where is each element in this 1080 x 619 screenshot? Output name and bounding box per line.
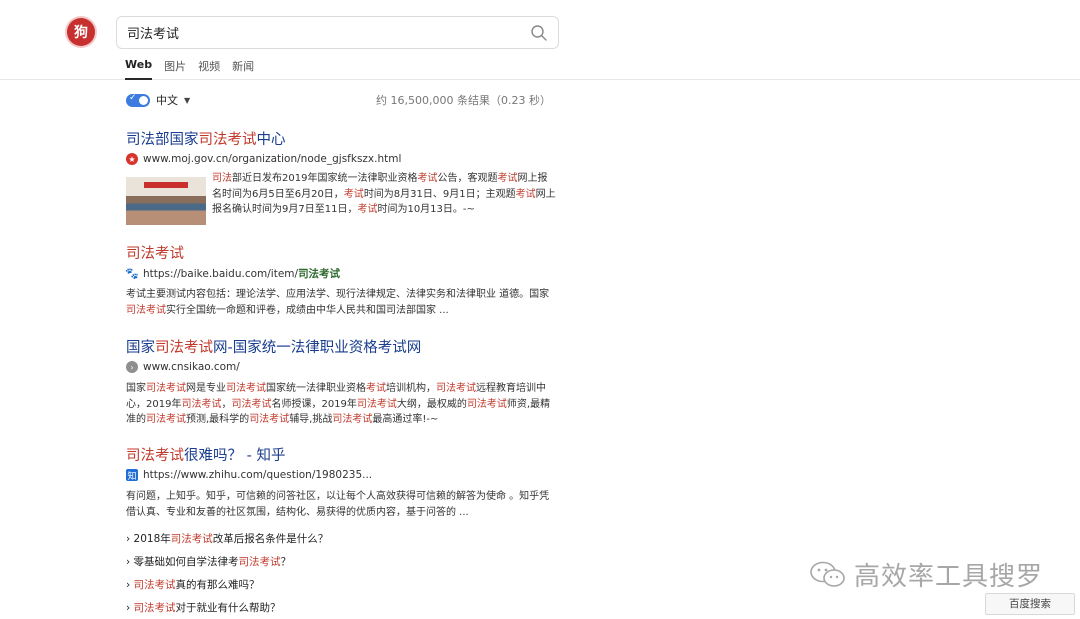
caret-down-icon[interactable]: ▼ xyxy=(184,96,190,105)
result-item: 国家司法考试网-国家统一法律职业资格考试网 › www.cnsikao.com/… xyxy=(126,338,556,428)
language-filter[interactable]: ✓ 中文 ▼ xyxy=(126,92,190,108)
paw-icon: 🐾 xyxy=(125,266,139,280)
result-snippet: 考试主要测试内容包括：理论法学、应用法学、现行法律规定、法律实务和法律职业 道德… xyxy=(126,289,550,316)
watermark: 高效率工具搜罗 xyxy=(808,556,1043,593)
result-item: 司法考试 🐾 https://baike.baidu.com/item/司法考试… xyxy=(125,244,556,318)
result-title[interactable]: 国家司法考试网-国家统一法律职业资格考试网 xyxy=(126,338,556,358)
title-highlight: 司法考试 xyxy=(126,448,184,464)
header: 狗 Web 图片 视频 新闻 xyxy=(0,0,1080,80)
tabs: Web 图片 视频 新闻 xyxy=(125,58,254,80)
language-label: 中文 xyxy=(156,94,178,107)
result-title[interactable]: 司法部国家司法考试中心 xyxy=(126,130,556,150)
search-input[interactable] xyxy=(117,17,517,48)
tab-news[interactable]: 新闻 xyxy=(232,58,254,80)
result-item: 司法考试很难吗？ - 知乎 知 https://www.zhihu.com/qu… xyxy=(126,446,556,619)
zhihu-icon: 知 xyxy=(126,469,138,482)
check-icon: ✓ xyxy=(129,92,137,103)
url-text: www.moj.gov.cn/organization/node_gjsfksz… xyxy=(143,153,402,165)
sub-links: › 2018年司法考试改革后报名条件是什么？ › 零基础如何自学法律考司法考试？… xyxy=(126,528,556,619)
search-box xyxy=(116,16,559,49)
sub-link[interactable]: › 2018年司法考试改革后报名条件是什么？ xyxy=(126,528,556,551)
title-text: 司法部国家 xyxy=(126,132,199,148)
result-snippet: 有问题，上知乎。知乎，可信赖的问答社区，以让每个人高效获得可信赖的解答为使命 。… xyxy=(126,491,550,518)
search-icon[interactable] xyxy=(530,24,548,42)
result-url[interactable]: › www.cnsikao.com/ xyxy=(126,359,556,375)
result-snippet: 司法部近日发布2019年国家统一法律职业资格考试公告，客观题考试网上报名时间为6… xyxy=(212,173,556,215)
sub-link[interactable]: › 司法考试对于就业有什么帮助？ xyxy=(126,597,556,619)
tab-images[interactable]: 图片 xyxy=(164,58,186,80)
baidu-search-button[interactable]: 百度搜索 xyxy=(985,593,1075,615)
url-text: https://baike.baidu.com/item/司法考试 xyxy=(143,267,341,280)
sub-link[interactable]: › 零基础如何自学法律考司法考试？ xyxy=(126,551,556,574)
title-highlight: 司法考试 xyxy=(155,340,213,356)
title-text: 很难吗？ - 知乎 xyxy=(184,448,286,464)
title-text: 网-国家统一法律职业资格考试网 xyxy=(213,340,422,356)
result-snippet: 国家司法考试网是专业司法考试国家统一法律职业资格考试培训机构，司法考试远程教育培… xyxy=(126,383,551,425)
result-title[interactable]: 司法考试很难吗？ - 知乎 xyxy=(126,446,556,466)
watermark-text: 高效率工具搜罗 xyxy=(854,562,1044,592)
url-text: https://www.zhihu.com/question/1980235..… xyxy=(143,469,373,481)
result-count: 约 16,500,000 条结果（0.23 秒） xyxy=(376,94,551,107)
tab-web[interactable]: Web xyxy=(125,58,153,80)
logo[interactable]: 狗 xyxy=(67,18,95,46)
language-toggle[interactable]: ✓ xyxy=(126,92,150,107)
sub-link[interactable]: › 司法考试真的有那么难吗？ xyxy=(126,574,556,597)
result-url[interactable]: 🐾 https://baike.baidu.com/item/司法考试 xyxy=(125,265,556,281)
wechat-icon xyxy=(810,561,845,587)
result-url[interactable]: ★ www.moj.gov.cn/organization/node_gjsfk… xyxy=(126,151,556,167)
emblem-icon: ★ xyxy=(126,153,138,165)
result-item: 司法部国家司法考试中心 ★ www.moj.gov.cn/organizatio… xyxy=(126,130,556,225)
title-text: 国家 xyxy=(126,340,155,356)
title-highlight: 司法考试 xyxy=(198,132,257,148)
title-highlight: 司法考试 xyxy=(126,246,184,262)
result-title[interactable]: 司法考试 xyxy=(126,244,556,264)
url-text: www.cnsikao.com/ xyxy=(143,361,240,373)
arrow-right-icon: › xyxy=(126,361,138,373)
title-text: 中心 xyxy=(256,132,286,148)
result-url[interactable]: 知 https://www.zhihu.com/question/1980235… xyxy=(126,467,556,483)
result-thumbnail[interactable] xyxy=(126,177,206,225)
tab-videos[interactable]: 视频 xyxy=(198,58,220,80)
